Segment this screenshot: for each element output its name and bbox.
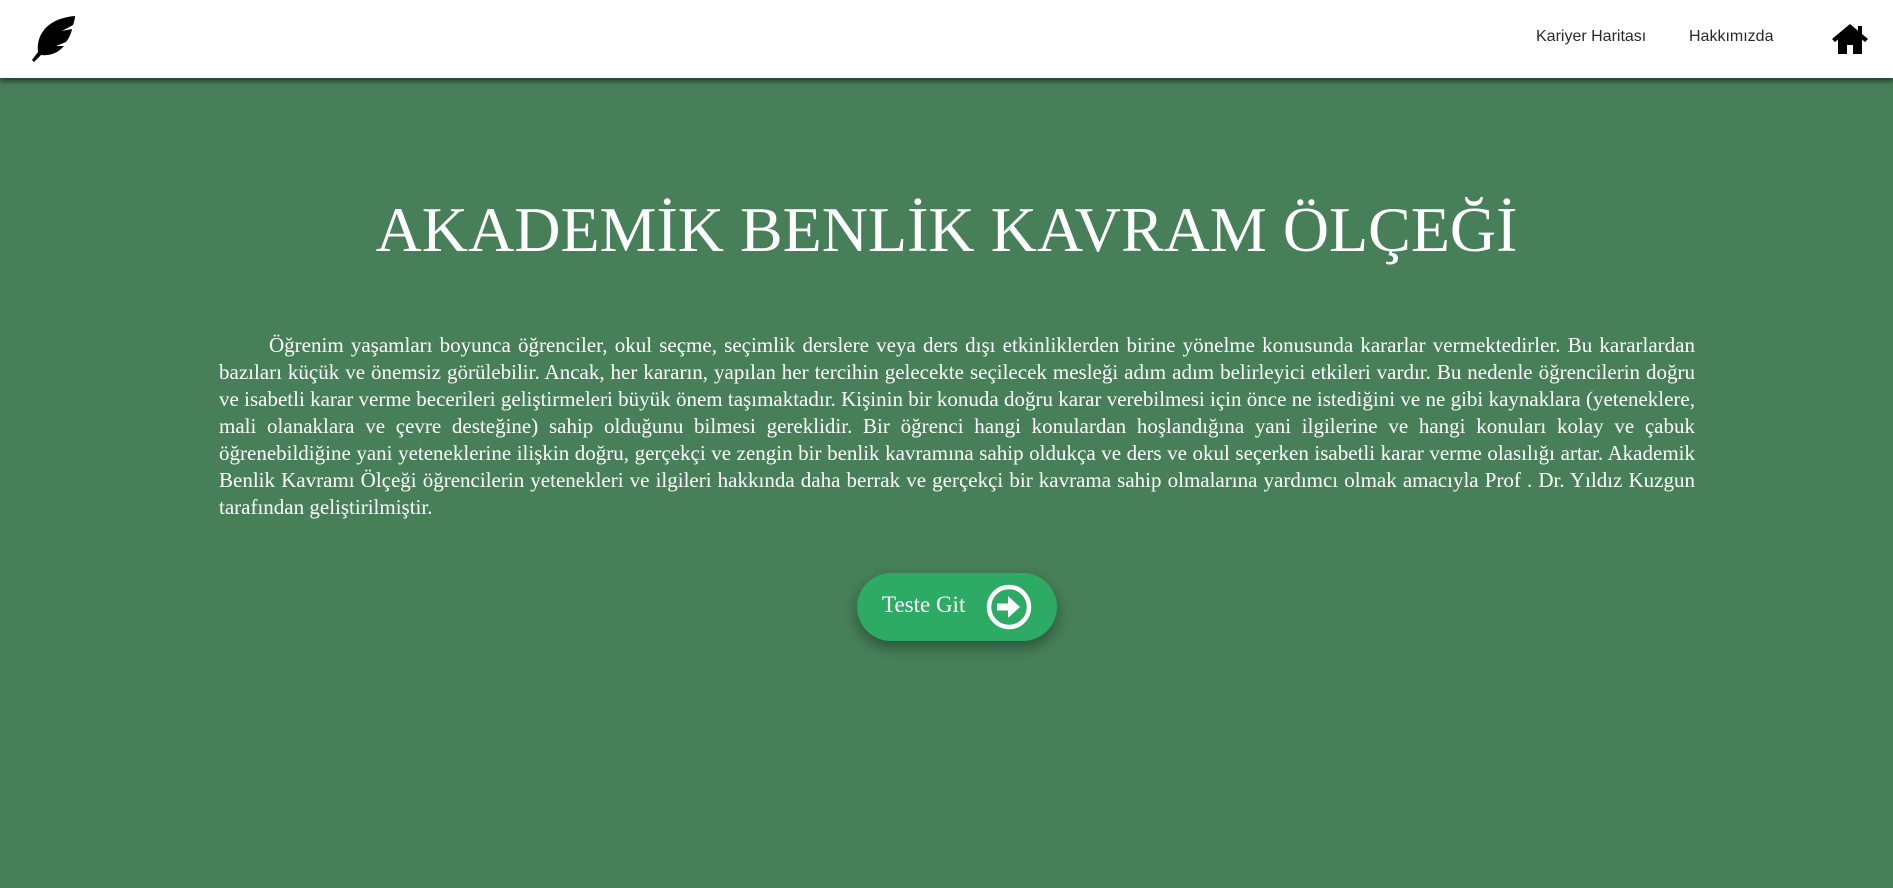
go-to-test-button[interactable]: Teste Git [857, 573, 1057, 641]
feather-icon[interactable] [28, 14, 78, 64]
top-navigation-bar: Kariyer Haritası Hakkımızda [0, 0, 1893, 78]
nav-link-hakkimizda[interactable]: Hakkımızda [1689, 28, 1773, 46]
arrow-right-circle-icon [986, 584, 1032, 630]
home-icon[interactable] [1831, 22, 1869, 56]
description-paragraph: Öğrenim yaşamları boyunca öğrenciler, ok… [219, 333, 1695, 519]
nav-link-kariyer-haritasi[interactable]: Kariyer Haritası [1536, 28, 1646, 46]
page-title: AKADEMİK BENLİK KAVRAM ÖLÇEĞİ [375, 194, 1518, 265]
go-to-test-label: Teste Git [882, 592, 966, 617]
